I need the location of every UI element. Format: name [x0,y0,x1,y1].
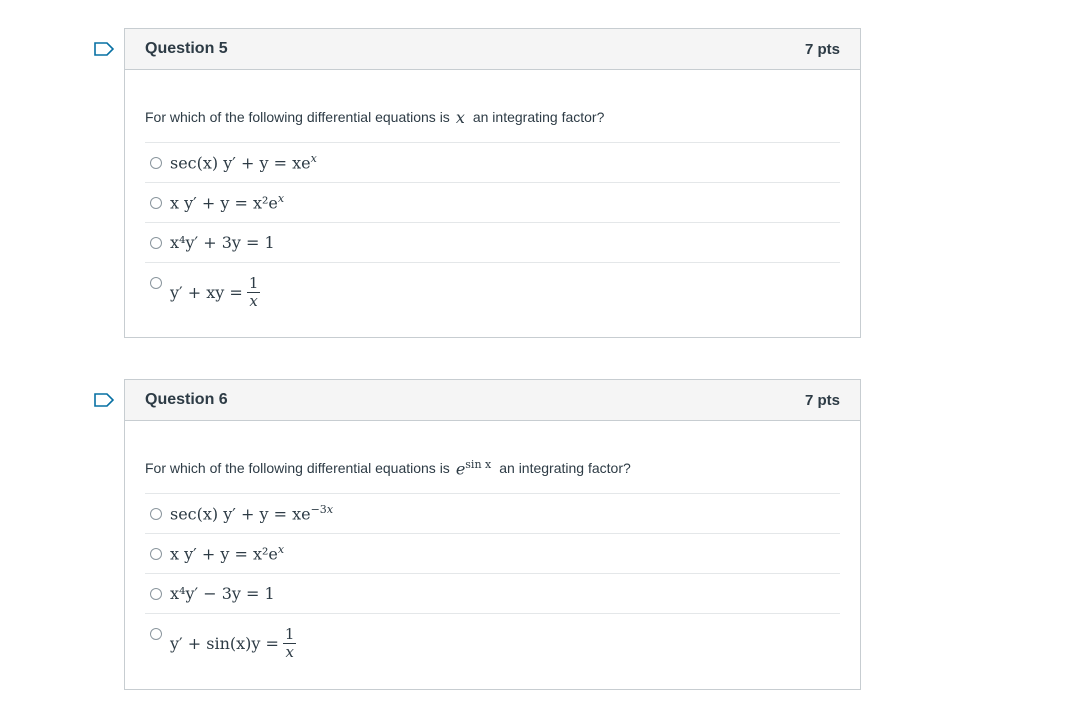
answer-option-4[interactable]: y′ + xy = 1x [145,262,840,320]
question-prompt: For which of the following differential … [145,70,840,136]
answer-option-3[interactable]: x⁴y′ − 3y = 1 [145,573,840,613]
question-title: Question 6 [145,391,228,408]
question-card: Question 6 7 pts For which of the follow… [124,379,861,690]
question-prompt: For which of the following differential … [145,421,840,487]
radio-button[interactable] [150,236,162,249]
answer-list: sec(x) y′ + y = xe−3x x y′ + y = x²ex x⁴… [145,493,840,671]
question-card: Question 5 7 pts For which of the follow… [124,28,861,338]
question-points: 7 pts [804,40,840,58]
answer-text: x⁴y′ + 3y = 1 [170,233,275,252]
prompt-math: esin x [455,457,492,479]
prompt-text-end: an integrating factor? [472,109,605,125]
answer-option-4[interactable]: y′ + sin(x)y = 1x [145,613,840,671]
answer-option-1[interactable]: sec(x) y′ + y = xe−3x [145,493,840,533]
prompt-text: For which of the following differential … [145,109,450,125]
question-header: Question 6 7 pts [125,380,860,421]
prompt-math: x [455,107,465,127]
question-title: Question 5 [145,40,228,57]
radio-button[interactable] [150,156,162,169]
radio-button[interactable] [150,196,162,209]
answer-option-2[interactable]: x y′ + y = x²ex [145,182,840,222]
radio-button[interactable] [150,547,162,560]
answer-text: y′ + xy = 1x [170,274,260,310]
prompt-text-end: an integrating factor? [499,460,631,476]
answer-text: x y′ + y = x²ex [170,543,285,564]
answer-option-1[interactable]: sec(x) y′ + y = xex [145,142,840,182]
radio-button[interactable] [150,277,162,289]
radio-button[interactable] [150,507,162,520]
answer-list: sec(x) y′ + y = xex x y′ + y = x²ex x⁴y′… [145,142,840,320]
flag-question-icon[interactable] [94,42,115,56]
question-header: Question 5 7 pts [125,29,860,70]
answer-text: x⁴y′ − 3y = 1 [170,584,275,603]
prompt-text: For which of the following differential … [145,460,450,476]
question-points: 7 pts [804,391,840,409]
answer-text: sec(x) y′ + y = xe−3x [170,503,334,524]
answer-text: sec(x) y′ + y = xex [170,152,317,173]
flag-question-icon[interactable] [94,393,115,407]
answer-option-3[interactable]: x⁴y′ + 3y = 1 [145,222,840,262]
answer-option-2[interactable]: x y′ + y = x²ex [145,533,840,573]
answer-text: y′ + sin(x)y = 1x [170,625,296,661]
radio-button[interactable] [150,628,162,640]
radio-button[interactable] [150,587,162,600]
answer-text: x y′ + y = x²ex [170,192,285,213]
